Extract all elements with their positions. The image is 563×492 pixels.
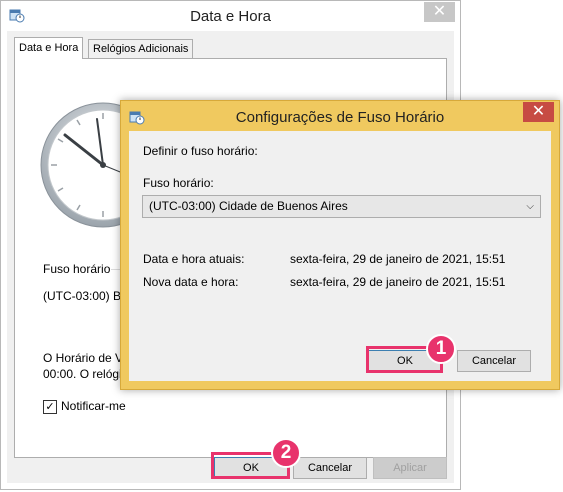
tab-label: Relógios Adicionais — [93, 43, 189, 55]
step-1-badge: 1 — [426, 334, 456, 364]
current-datetime-label: Data e hora atuais: — [143, 252, 245, 266]
dialog-body: Definir o fuso horário: Fuso horário: (U… — [129, 131, 551, 381]
step-2-badge: 2 — [271, 438, 301, 468]
tab-label: Data e Hora — [19, 42, 79, 54]
tab-date-time[interactable]: Data e Hora — [14, 37, 84, 59]
close-button[interactable]: ✕ — [424, 2, 455, 22]
tab-additional-clocks[interactable]: Relógios Adicionais — [88, 39, 194, 58]
new-datetime-value: sexta-feira, 29 de janeiro de 2021, 15:5… — [290, 275, 506, 289]
dialog-heading: Definir o fuso horário: — [143, 144, 258, 158]
notify-checkbox[interactable]: ✓ — [43, 400, 57, 414]
dst-info-line1: O Horário de Ve — [43, 351, 130, 365]
window-title: Data e Hora — [190, 8, 271, 25]
dialog-close-button[interactable]: ✕ — [523, 102, 554, 122]
current-datetime-value: sexta-feira, 29 de janeiro de 2021, 15:5… — [290, 252, 506, 266]
new-datetime-label: Nova data e hora: — [143, 275, 239, 289]
timezone-label: Fuso horário: — [143, 176, 214, 190]
timezone-settings-dialog: Configurações de Fuso Horário ✕ Definir … — [120, 100, 560, 390]
timezone-selected-value: (UTC-03:00) Cidade de Buenos Aires — [149, 199, 348, 213]
timezone-select[interactable]: (UTC-03:00) Cidade de Buenos Aires ⌵ — [142, 195, 541, 218]
dialog-title: Configurações de Fuso Horário — [235, 109, 445, 126]
chevron-down-icon: ⌵ — [526, 201, 534, 212]
dialog-cancel-button[interactable]: Cancelar — [457, 350, 531, 372]
title-bar: Data e Hora ✕ — [1, 1, 460, 31]
cancel-button[interactable]: Cancelar — [293, 457, 367, 479]
timezone-group-label: Fuso horário — [43, 262, 111, 276]
notify-label: Notificar-me — [61, 399, 126, 413]
dst-info-line2: 00:00. O relógio — [43, 367, 129, 381]
apply-button[interactable]: Aplicar — [373, 457, 447, 479]
